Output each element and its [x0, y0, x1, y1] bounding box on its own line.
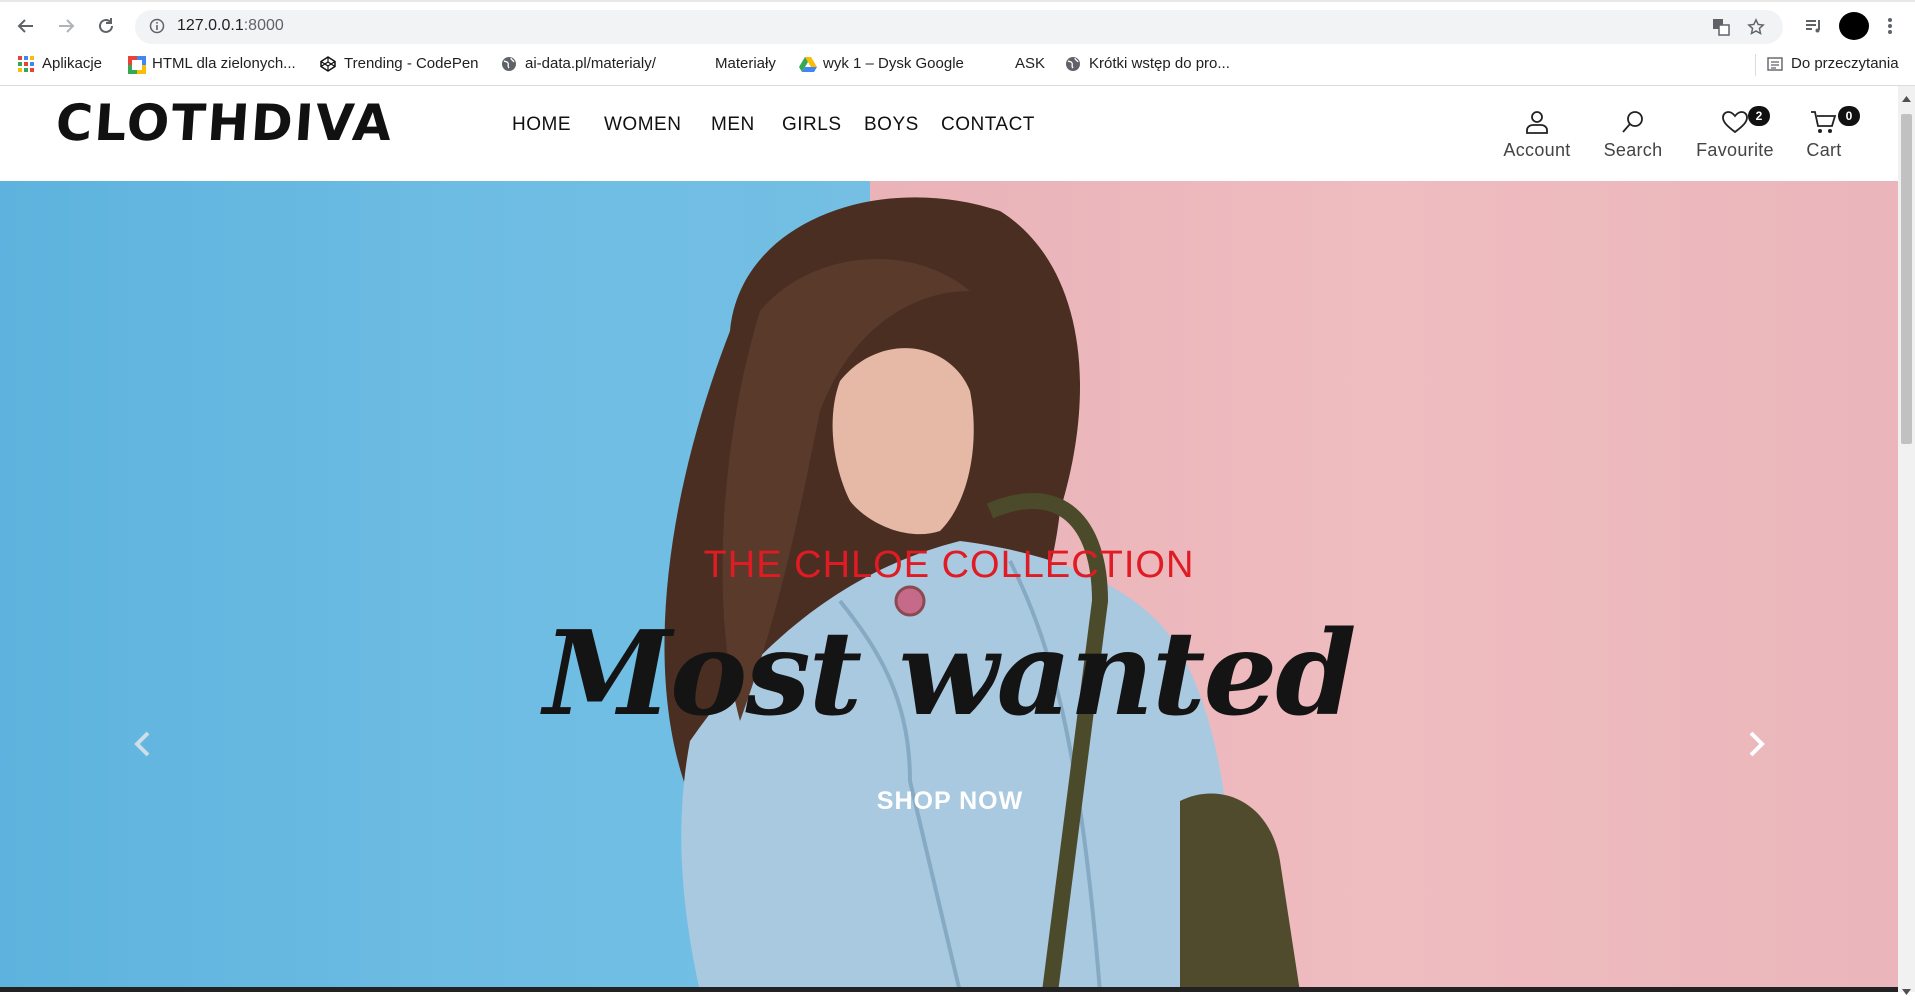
site-info-icon[interactable] — [149, 18, 165, 39]
globe-icon — [1065, 56, 1081, 72]
bookmark-favicon-icon — [128, 55, 146, 74]
bookmark-html-dla-zielonych[interactable]: HTML dla zielonych... — [128, 55, 296, 74]
bookmark-star-icon[interactable] — [1747, 18, 1765, 41]
browser-menu-icon[interactable] — [1880, 12, 1900, 40]
shop-now-button[interactable]: SHOP NOW — [830, 787, 1070, 816]
scrollbar-thumb[interactable] — [1901, 114, 1912, 444]
search-button[interactable]: Search — [1598, 108, 1668, 161]
search-label: Search — [1603, 140, 1663, 160]
favourite-label: Favourite — [1696, 140, 1774, 160]
bookmark-ai-data[interactable]: ai-data.pl/materialy/ — [501, 55, 656, 72]
page-scrollbar[interactable] — [1898, 86, 1915, 995]
account-button[interactable]: Account — [1496, 108, 1578, 161]
bookmark-label: ai-data.pl/materialy/ — [525, 55, 656, 72]
user-icon — [1496, 108, 1578, 136]
cart-count-badge: 0 — [1838, 106, 1860, 126]
reading-list[interactable]: Do przeczytania — [1767, 55, 1899, 72]
nav-men[interactable]: MEN — [711, 114, 755, 136]
bookmark-dysk-google[interactable]: wyk 1 – Dysk Google — [799, 55, 964, 72]
bookmark-label: Trending - CodePen — [344, 55, 479, 72]
search-icon — [1598, 108, 1668, 136]
bookmark-krotki-wstep[interactable]: Krótki wstęp do pro... — [1065, 55, 1230, 72]
url-text: 127.0.0.1:8000 — [177, 17, 284, 34]
browser-toolbar: 127.0.0.1:8000 — [0, 0, 1915, 46]
cart-icon: 0 — [1800, 106, 1860, 136]
favourite-count-badge: 2 — [1748, 106, 1770, 126]
reading-list-label: Do przeczytania — [1791, 55, 1899, 72]
site-header: CLOTHDIVA HOME WOMEN MEN GIRLS BOYS CONT… — [0, 86, 1898, 178]
cart-button[interactable]: 0 Cart — [1800, 106, 1860, 161]
bookmark-label: Materiały — [715, 55, 776, 72]
nav-contact[interactable]: CONTACT — [941, 114, 1035, 136]
nav-home[interactable]: HOME — [512, 114, 571, 136]
bookmark-label: Aplikacje — [42, 55, 103, 72]
bookmark-label: wyk 1 – Dysk Google — [823, 55, 964, 72]
site-logo[interactable]: CLOTHDIVA — [54, 94, 395, 152]
forward-icon[interactable] — [52, 12, 80, 40]
reading-list-icon — [1767, 56, 1783, 72]
hero-subtitle: THE CHLOE COLLECTION — [703, 544, 1195, 586]
apps-grid-icon — [18, 55, 34, 72]
bookmarks-bar: Aplikacje HTML dla zielonych... Trending… — [0, 46, 1915, 86]
bookmark-aplikacje[interactable]: Aplikacje — [18, 55, 102, 72]
back-icon[interactable] — [12, 12, 40, 40]
bookmark-label: ASK — [1015, 55, 1046, 72]
google-drive-icon — [799, 56, 817, 72]
bookmark-label: HTML dla zielonych... — [152, 55, 296, 72]
bookmark-label: Krótki wstęp do pro... — [1089, 55, 1230, 72]
nav-boys[interactable]: BOYS — [864, 114, 919, 136]
slider-next-button[interactable] — [1737, 721, 1777, 771]
hero-slider: THE CHLOE COLLECTION Most wanted SHOP NO… — [0, 181, 1898, 992]
hero-headline: Most wanted — [543, 606, 1357, 742]
cart-label: Cart — [1806, 140, 1842, 160]
bottom-bar — [0, 987, 1898, 992]
bookmark-materialy[interactable]: Materiały — [715, 55, 776, 72]
favourite-button[interactable]: 2 Favourite — [1690, 106, 1780, 161]
heart-icon: 2 — [1690, 106, 1780, 136]
slider-prev-button[interactable] — [122, 721, 162, 771]
chevron-left-icon — [133, 731, 151, 762]
media-control-icon[interactable] — [1800, 12, 1828, 40]
scroll-down-icon[interactable] — [1902, 982, 1911, 1000]
translate-icon[interactable] — [1712, 18, 1730, 41]
codepen-icon — [320, 55, 336, 72]
reload-icon[interactable] — [92, 12, 120, 40]
bookmark-codepen[interactable]: Trending - CodePen — [320, 55, 479, 72]
chevron-right-icon — [1748, 731, 1766, 762]
profile-avatar[interactable] — [1838, 12, 1870, 40]
bookmarks-divider — [1755, 54, 1756, 76]
bookmark-ask[interactable]: ASK — [1015, 55, 1045, 72]
nav-women[interactable]: WOMEN — [604, 114, 681, 136]
scroll-up-icon[interactable] — [1902, 89, 1911, 107]
nav-girls[interactable]: GIRLS — [782, 114, 842, 136]
address-bar[interactable]: 127.0.0.1:8000 — [135, 10, 1783, 44]
account-label: Account — [1503, 140, 1571, 160]
globe-icon — [501, 56, 517, 72]
